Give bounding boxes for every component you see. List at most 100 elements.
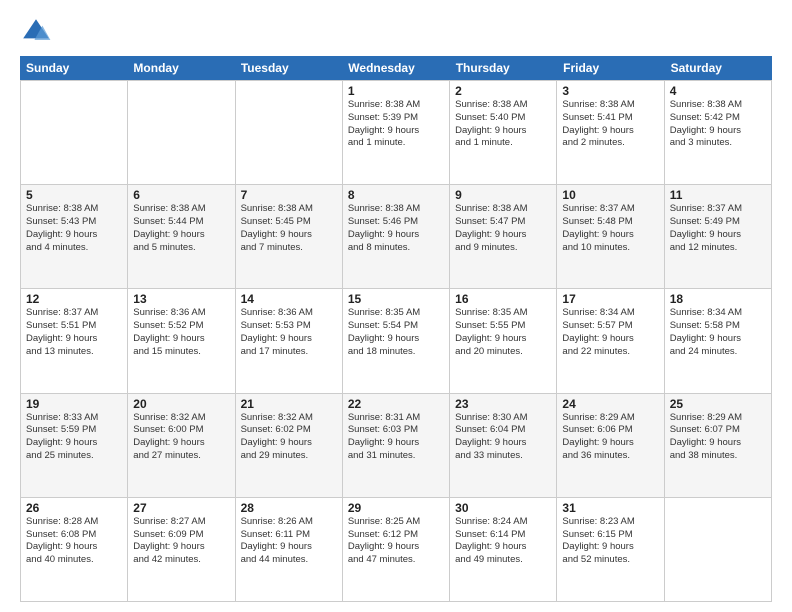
- day-info: Sunrise: 8:38 AM Sunset: 5:47 PM Dayligh…: [455, 203, 551, 254]
- day-info: Sunrise: 8:32 AM Sunset: 6:02 PM Dayligh…: [241, 412, 337, 463]
- day-info: Sunrise: 8:32 AM Sunset: 6:00 PM Dayligh…: [133, 412, 229, 463]
- calendar-cell: 15Sunrise: 8:35 AM Sunset: 5:54 PM Dayli…: [343, 289, 450, 392]
- calendar-cell: 31Sunrise: 8:23 AM Sunset: 6:15 PM Dayli…: [557, 498, 664, 601]
- day-info: Sunrise: 8:38 AM Sunset: 5:46 PM Dayligh…: [348, 203, 444, 254]
- day-info: Sunrise: 8:31 AM Sunset: 6:03 PM Dayligh…: [348, 412, 444, 463]
- day-number: 13: [133, 292, 229, 306]
- day-number: 28: [241, 501, 337, 515]
- calendar-cell: 27Sunrise: 8:27 AM Sunset: 6:09 PM Dayli…: [128, 498, 235, 601]
- day-info: Sunrise: 8:38 AM Sunset: 5:41 PM Dayligh…: [562, 99, 658, 150]
- calendar-cell: 2Sunrise: 8:38 AM Sunset: 5:40 PM Daylig…: [450, 81, 557, 184]
- weekday-header: Saturday: [665, 56, 772, 80]
- day-number: 11: [670, 188, 766, 202]
- calendar-cell: 3Sunrise: 8:38 AM Sunset: 5:41 PM Daylig…: [557, 81, 664, 184]
- calendar-cell: 20Sunrise: 8:32 AM Sunset: 6:00 PM Dayli…: [128, 394, 235, 497]
- day-info: Sunrise: 8:28 AM Sunset: 6:08 PM Dayligh…: [26, 516, 122, 567]
- day-number: 26: [26, 501, 122, 515]
- day-info: Sunrise: 8:35 AM Sunset: 5:55 PM Dayligh…: [455, 307, 551, 358]
- day-info: Sunrise: 8:37 AM Sunset: 5:48 PM Dayligh…: [562, 203, 658, 254]
- day-number: 12: [26, 292, 122, 306]
- day-info: Sunrise: 8:26 AM Sunset: 6:11 PM Dayligh…: [241, 516, 337, 567]
- day-info: Sunrise: 8:24 AM Sunset: 6:14 PM Dayligh…: [455, 516, 551, 567]
- day-info: Sunrise: 8:38 AM Sunset: 5:43 PM Dayligh…: [26, 203, 122, 254]
- calendar-cell: 8Sunrise: 8:38 AM Sunset: 5:46 PM Daylig…: [343, 185, 450, 288]
- day-number: 15: [348, 292, 444, 306]
- day-info: Sunrise: 8:23 AM Sunset: 6:15 PM Dayligh…: [562, 516, 658, 567]
- day-number: 2: [455, 84, 551, 98]
- day-info: Sunrise: 8:36 AM Sunset: 5:52 PM Dayligh…: [133, 307, 229, 358]
- calendar-cell: 21Sunrise: 8:32 AM Sunset: 6:02 PM Dayli…: [236, 394, 343, 497]
- calendar-cell: 19Sunrise: 8:33 AM Sunset: 5:59 PM Dayli…: [21, 394, 128, 497]
- weekday-header: Wednesday: [342, 56, 449, 80]
- calendar-cell: 24Sunrise: 8:29 AM Sunset: 6:06 PM Dayli…: [557, 394, 664, 497]
- day-number: 21: [241, 397, 337, 411]
- calendar-header: SundayMondayTuesdayWednesdayThursdayFrid…: [20, 56, 772, 80]
- weekday-header: Monday: [127, 56, 234, 80]
- calendar-cell: 7Sunrise: 8:38 AM Sunset: 5:45 PM Daylig…: [236, 185, 343, 288]
- day-info: Sunrise: 8:25 AM Sunset: 6:12 PM Dayligh…: [348, 516, 444, 567]
- day-number: 7: [241, 188, 337, 202]
- calendar-cell: 4Sunrise: 8:38 AM Sunset: 5:42 PM Daylig…: [665, 81, 772, 184]
- calendar-cell: 1Sunrise: 8:38 AM Sunset: 5:39 PM Daylig…: [343, 81, 450, 184]
- day-info: Sunrise: 8:37 AM Sunset: 5:49 PM Dayligh…: [670, 203, 766, 254]
- day-info: Sunrise: 8:30 AM Sunset: 6:04 PM Dayligh…: [455, 412, 551, 463]
- day-info: Sunrise: 8:37 AM Sunset: 5:51 PM Dayligh…: [26, 307, 122, 358]
- calendar-cell: [21, 81, 128, 184]
- day-number: 14: [241, 292, 337, 306]
- day-number: 30: [455, 501, 551, 515]
- day-number: 3: [562, 84, 658, 98]
- day-info: Sunrise: 8:27 AM Sunset: 6:09 PM Dayligh…: [133, 516, 229, 567]
- day-number: 31: [562, 501, 658, 515]
- day-number: 5: [26, 188, 122, 202]
- day-number: 22: [348, 397, 444, 411]
- calendar-cell: 13Sunrise: 8:36 AM Sunset: 5:52 PM Dayli…: [128, 289, 235, 392]
- calendar-cell: 25Sunrise: 8:29 AM Sunset: 6:07 PM Dayli…: [665, 394, 772, 497]
- calendar-cell: 10Sunrise: 8:37 AM Sunset: 5:48 PM Dayli…: [557, 185, 664, 288]
- calendar-week: 26Sunrise: 8:28 AM Sunset: 6:08 PM Dayli…: [21, 498, 772, 602]
- calendar-cell: 30Sunrise: 8:24 AM Sunset: 6:14 PM Dayli…: [450, 498, 557, 601]
- day-info: Sunrise: 8:38 AM Sunset: 5:42 PM Dayligh…: [670, 99, 766, 150]
- weekday-header: Tuesday: [235, 56, 342, 80]
- calendar-cell: 18Sunrise: 8:34 AM Sunset: 5:58 PM Dayli…: [665, 289, 772, 392]
- day-info: Sunrise: 8:38 AM Sunset: 5:44 PM Dayligh…: [133, 203, 229, 254]
- calendar-cell: 16Sunrise: 8:35 AM Sunset: 5:55 PM Dayli…: [450, 289, 557, 392]
- day-info: Sunrise: 8:29 AM Sunset: 6:06 PM Dayligh…: [562, 412, 658, 463]
- calendar-cell: [128, 81, 235, 184]
- day-info: Sunrise: 8:38 AM Sunset: 5:45 PM Dayligh…: [241, 203, 337, 254]
- day-number: 19: [26, 397, 122, 411]
- calendar-cell: 26Sunrise: 8:28 AM Sunset: 6:08 PM Dayli…: [21, 498, 128, 601]
- day-info: Sunrise: 8:33 AM Sunset: 5:59 PM Dayligh…: [26, 412, 122, 463]
- day-number: 18: [670, 292, 766, 306]
- calendar-week: 1Sunrise: 8:38 AM Sunset: 5:39 PM Daylig…: [21, 81, 772, 185]
- day-number: 8: [348, 188, 444, 202]
- calendar-week: 12Sunrise: 8:37 AM Sunset: 5:51 PM Dayli…: [21, 289, 772, 393]
- page: SundayMondayTuesdayWednesdayThursdayFrid…: [0, 0, 792, 612]
- calendar-cell: [665, 498, 772, 601]
- calendar-week: 5Sunrise: 8:38 AM Sunset: 5:43 PM Daylig…: [21, 185, 772, 289]
- day-number: 27: [133, 501, 229, 515]
- day-info: Sunrise: 8:38 AM Sunset: 5:39 PM Dayligh…: [348, 99, 444, 150]
- calendar-cell: 5Sunrise: 8:38 AM Sunset: 5:43 PM Daylig…: [21, 185, 128, 288]
- calendar: SundayMondayTuesdayWednesdayThursdayFrid…: [20, 56, 772, 602]
- day-number: 4: [670, 84, 766, 98]
- weekday-header: Thursday: [450, 56, 557, 80]
- calendar-cell: 9Sunrise: 8:38 AM Sunset: 5:47 PM Daylig…: [450, 185, 557, 288]
- header: [20, 16, 772, 48]
- day-number: 25: [670, 397, 766, 411]
- day-number: 10: [562, 188, 658, 202]
- calendar-cell: 6Sunrise: 8:38 AM Sunset: 5:44 PM Daylig…: [128, 185, 235, 288]
- calendar-cell: 12Sunrise: 8:37 AM Sunset: 5:51 PM Dayli…: [21, 289, 128, 392]
- day-number: 29: [348, 501, 444, 515]
- calendar-cell: 23Sunrise: 8:30 AM Sunset: 6:04 PM Dayli…: [450, 394, 557, 497]
- day-info: Sunrise: 8:34 AM Sunset: 5:57 PM Dayligh…: [562, 307, 658, 358]
- calendar-cell: 29Sunrise: 8:25 AM Sunset: 6:12 PM Dayli…: [343, 498, 450, 601]
- calendar-cell: [236, 81, 343, 184]
- calendar-cell: 22Sunrise: 8:31 AM Sunset: 6:03 PM Dayli…: [343, 394, 450, 497]
- calendar-week: 19Sunrise: 8:33 AM Sunset: 5:59 PM Dayli…: [21, 394, 772, 498]
- day-info: Sunrise: 8:38 AM Sunset: 5:40 PM Dayligh…: [455, 99, 551, 150]
- day-number: 6: [133, 188, 229, 202]
- day-info: Sunrise: 8:35 AM Sunset: 5:54 PM Dayligh…: [348, 307, 444, 358]
- day-number: 16: [455, 292, 551, 306]
- day-info: Sunrise: 8:29 AM Sunset: 6:07 PM Dayligh…: [670, 412, 766, 463]
- day-number: 1: [348, 84, 444, 98]
